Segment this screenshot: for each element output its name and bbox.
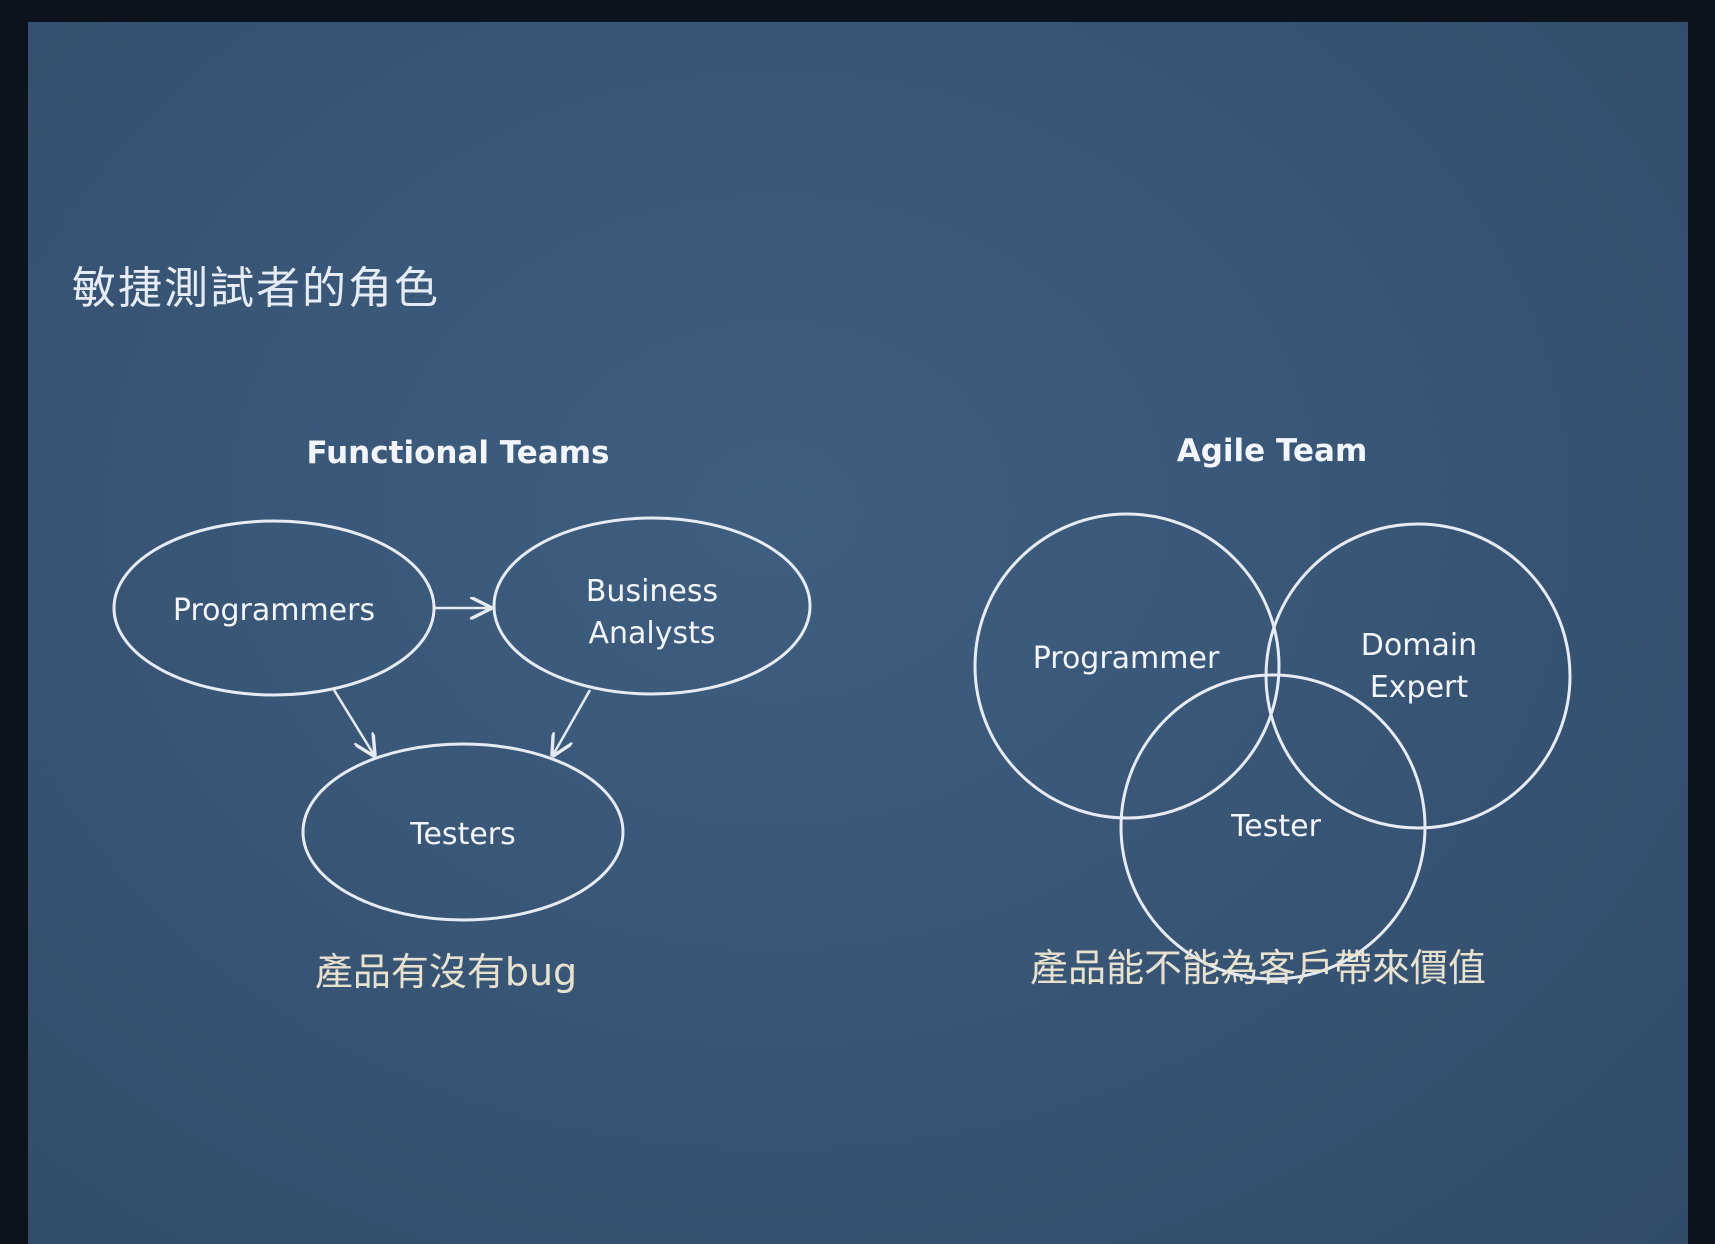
arrow-programmers-to-testers (332, 689, 374, 755)
functional-teams-diagram: Functional Teams Programmers Business An… (112, 435, 812, 994)
arrow-analysts-to-testers (553, 689, 592, 755)
business-analysts-label-line2: Analysts (588, 616, 715, 651)
diagram-canvas: Functional Teams Programmers Business An… (112, 433, 1572, 994)
programmers-label: Programmers (173, 593, 375, 628)
programmer-label: Programmer (1033, 641, 1220, 676)
agile-team-caption: 產品能不能為客戶帶來價值 (1030, 946, 1486, 990)
functional-teams-heading: Functional Teams (306, 435, 609, 471)
testers-label: Testers (409, 817, 516, 852)
business-analysts-label-line1: Business (586, 574, 718, 609)
tester-label: Tester (1230, 809, 1322, 844)
agile-team-heading: Agile Team (1177, 433, 1368, 469)
domain-expert-label-line1: Domain (1361, 628, 1477, 663)
functional-teams-caption: 產品有沒有bug (315, 950, 577, 994)
agile-team-diagram: Agile Team Programmer Domain Expert Test… (973, 433, 1572, 990)
domain-expert-label-line2: Expert (1370, 670, 1469, 705)
